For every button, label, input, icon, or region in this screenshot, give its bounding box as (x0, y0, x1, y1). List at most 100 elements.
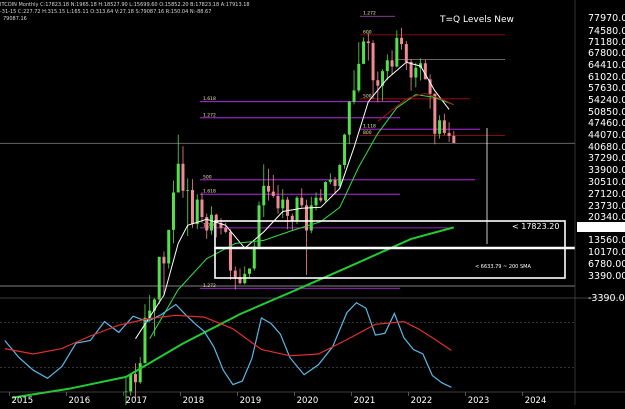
chart-title: T=Q Levels New (439, 15, 514, 25)
candle-body (262, 185, 266, 206)
time-tick-label: 2020 (297, 396, 319, 405)
fib-level-label: 1.000 (203, 222, 216, 228)
candle-body (362, 41, 366, 64)
candle-body (395, 37, 399, 67)
candle-body (233, 270, 237, 278)
price-tick-label: 3390.00 (588, 271, 625, 282)
axes: 77970.00 74580.0071180.0067800.0064410.00… (0, 0, 625, 406)
candle-body (376, 80, 380, 86)
candle-body (276, 195, 280, 209)
candle-body (200, 199, 204, 217)
price-tick-label: 71180.00 (588, 37, 625, 48)
price-tick-label: 20340.00 (588, 212, 625, 223)
candle-body (414, 67, 418, 78)
candle-body (319, 197, 323, 201)
candle-body (186, 189, 190, 191)
candle-body (271, 191, 275, 196)
candle-body (171, 192, 175, 230)
candle-body (333, 179, 337, 186)
candle-body (224, 227, 228, 232)
chart-window: 1.272 600 500 1.618 1.272 1.118 800 500 1.618 1.0… (0, 0, 625, 409)
time-tick-label: 2023 (468, 396, 490, 405)
candle-body (404, 44, 408, 62)
time-tick-label: 2017 (126, 396, 148, 405)
price-tick-label: 54240.00 (588, 95, 625, 106)
price-tick-label: 47460.00 (588, 118, 625, 129)
time-tick-label: 2015 (12, 396, 34, 405)
price-tick-label: 57630.00 (588, 83, 625, 94)
sto-line (4, 301, 452, 388)
candle-body (138, 363, 142, 383)
candle-body (442, 120, 446, 133)
price-tick-label: 67800.00 (588, 48, 625, 59)
candle-body (366, 41, 370, 44)
candle-body (176, 163, 180, 193)
fib-level-label: 1.618 (203, 96, 216, 102)
candle-body (248, 268, 252, 274)
price-tick-label: 50850.00 (588, 107, 625, 118)
red-ma-line (377, 92, 455, 122)
sma-200-line (11, 226, 455, 399)
indicator-pane: 25.0075.00STO 24.2 (0, 301, 625, 388)
candle-body (195, 199, 199, 225)
price-tick-label: 40680.00 (588, 142, 625, 153)
header-line-1: ITCOIN Monthly C:17823.18 N:1965.18 H:18… (0, 2, 250, 8)
candle-body (157, 256, 161, 300)
fib-level-label: 800 (363, 130, 372, 136)
price-tick-label: 23730.00 (588, 201, 625, 212)
candle-body (371, 43, 375, 81)
candle-body (357, 63, 361, 91)
candle-body (290, 215, 294, 221)
price-tick-label: 74580.00 (588, 26, 625, 37)
candle-body (447, 132, 451, 136)
candle-body (400, 37, 404, 45)
time-tick-label: 2018 (183, 396, 205, 405)
candle-body (129, 373, 133, 392)
fib-level-label: 500 (203, 174, 212, 180)
price-tick-label: 61020.00 (588, 72, 625, 83)
green-ma-line (149, 94, 454, 339)
price-tick-label: 6780.00 (588, 259, 625, 270)
candle-body (167, 229, 171, 264)
time-tick-label: 2016 (69, 396, 91, 405)
candle-body (343, 134, 347, 165)
price-tick-label: 64410.00 (588, 60, 625, 71)
price-tick-label: 17823.20 (582, 223, 625, 234)
candle-body (209, 214, 213, 231)
candle-body (309, 205, 313, 231)
header-line-2: -31-15 C:227.72 H:315.15 L:165.11 O:313.… (0, 9, 211, 15)
fib-level-label: 1.272 (363, 11, 376, 17)
fib-level-label: 600 (363, 29, 372, 35)
candle-body (190, 189, 194, 225)
candle-body (228, 231, 232, 271)
candle-body (252, 246, 256, 269)
price-tick-label: 13560.00 (588, 235, 625, 246)
fib-level-label: 1.618 (203, 189, 216, 195)
price-pane: 1.2726005001.6181.2721.1188005001.6181.0… (0, 11, 582, 409)
range-box-lower (214, 247, 566, 279)
candle-body (390, 60, 394, 67)
candle-body (452, 135, 456, 144)
candle-body (281, 199, 285, 209)
chart-svg: 1.2726005001.6181.2721.1188005001.6181.0… (0, 0, 625, 409)
candle-body (433, 93, 437, 134)
price-tick-label: 37290.00 (588, 153, 625, 164)
time-tick-label: 2019 (240, 396, 262, 405)
time-tick-label: 2021 (354, 396, 376, 405)
price-tick-label: 77970.00 (588, 13, 625, 24)
fib-level-label: 1.118 (363, 124, 376, 130)
price-tick-label: -3390.00 (588, 293, 625, 304)
fib-level-label: 1.272 (203, 283, 216, 289)
candle-body (286, 199, 290, 216)
candle-body (347, 101, 351, 135)
price-tick-label: 10170.00 (588, 247, 625, 258)
time-tick-label: 2022 (411, 396, 433, 405)
fib-level-label: 1.272 (203, 112, 216, 118)
sma-label: < 6633.79 ~ 200 SMA (475, 264, 531, 270)
candle-body (352, 90, 356, 102)
candle-body (385, 60, 389, 72)
candle-body (338, 164, 342, 186)
header-line-3: 79087.16 (3, 16, 27, 22)
time-tick-label: 2024 (525, 396, 547, 405)
candle-body (181, 163, 185, 191)
